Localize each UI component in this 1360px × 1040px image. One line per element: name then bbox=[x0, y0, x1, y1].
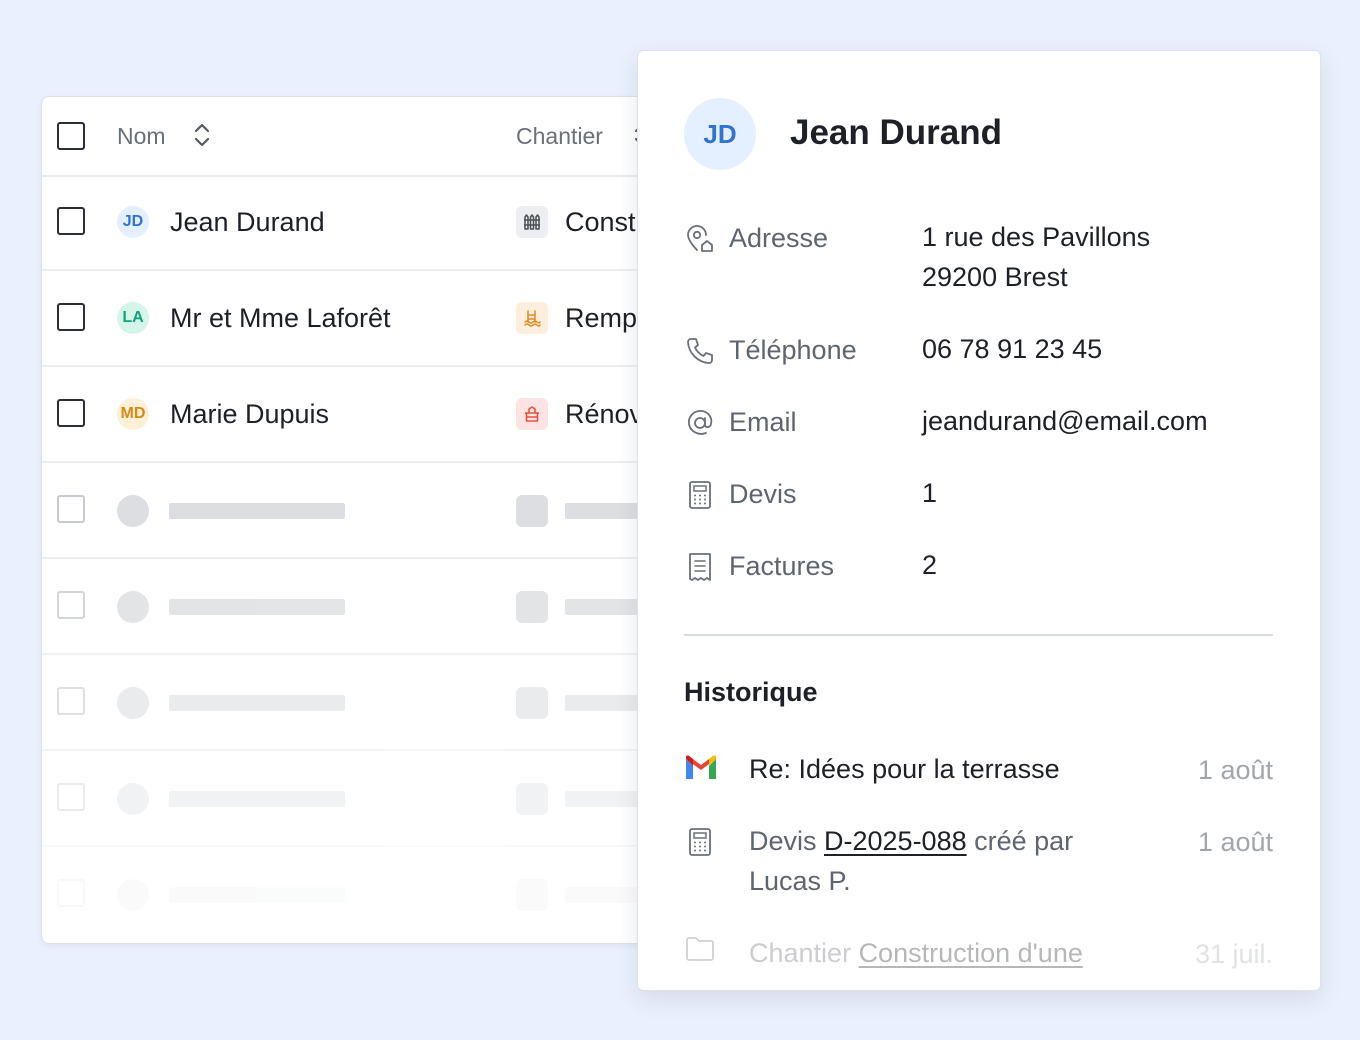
history-item-date: 1 août bbox=[1197, 827, 1273, 857]
skeleton-text bbox=[169, 791, 345, 807]
select-all-checkbox[interactable] bbox=[57, 122, 85, 150]
phone-value[interactable]: 06 78 91 23 45 bbox=[922, 329, 1102, 369]
address-value: 1 rue des Pavillons 29200 Brest bbox=[922, 217, 1150, 297]
skeleton-checkbox bbox=[57, 783, 85, 811]
contact-detail-panel: JD Jean Durand Adresse 1 rue des Pavillo… bbox=[637, 50, 1321, 991]
invoices-label: Factures bbox=[729, 551, 835, 581]
renovation-icon bbox=[516, 398, 548, 430]
at-sign-icon bbox=[684, 407, 716, 444]
history-item-date: 1 août bbox=[1197, 755, 1273, 785]
address-line-1: 1 rue des Pavillons bbox=[922, 222, 1151, 252]
avatar: JD bbox=[117, 206, 149, 238]
quotes-label: Devis bbox=[729, 479, 797, 509]
phone-icon bbox=[684, 335, 716, 372]
skeleton-icon bbox=[516, 879, 548, 911]
history-item-date: 31 juil. bbox=[1194, 939, 1273, 969]
invoices-value[interactable]: 2 bbox=[922, 545, 937, 585]
skeleton-avatar bbox=[117, 591, 149, 623]
contact-name[interactable]: Marie Dupuis bbox=[170, 399, 329, 430]
avatar: LA bbox=[117, 302, 149, 334]
skeleton-text bbox=[169, 887, 345, 903]
skeleton-row bbox=[42, 559, 682, 655]
history-item-text: Chantier Construction d'une bbox=[749, 933, 1149, 973]
skeleton-avatar bbox=[117, 879, 149, 911]
receipt-icon bbox=[684, 551, 716, 588]
table-row[interactable]: JD Jean Durand Const bbox=[42, 175, 682, 271]
calculator-icon bbox=[684, 826, 716, 863]
email-value[interactable]: jeandurand@email.com bbox=[922, 401, 1208, 441]
skeleton-icon bbox=[516, 687, 548, 719]
pool-ladder-icon bbox=[516, 302, 548, 334]
row-checkbox[interactable] bbox=[57, 303, 85, 331]
contact-name[interactable]: Jean Durand bbox=[170, 207, 325, 238]
quote-link[interactable]: D-2025-088 bbox=[824, 826, 967, 856]
history-item-text[interactable]: Re: Idées pour la terrasse bbox=[749, 749, 1149, 789]
column-project-header[interactable]: Chantier bbox=[516, 123, 603, 150]
skeleton-avatar bbox=[117, 687, 149, 719]
project-link[interactable]: Construction d'une bbox=[859, 938, 1083, 968]
skeleton-avatar bbox=[117, 495, 149, 527]
row-checkbox[interactable] bbox=[57, 207, 85, 235]
table-row[interactable]: LA Mr et Mme Laforêt Remp bbox=[42, 271, 682, 367]
table-row[interactable]: MD Marie Dupuis Rénov bbox=[42, 367, 682, 463]
skeleton-checkbox bbox=[57, 687, 85, 715]
fence-icon bbox=[516, 206, 548, 238]
divider bbox=[684, 634, 1273, 636]
gmail-icon bbox=[684, 755, 718, 786]
skeleton-text bbox=[169, 695, 345, 711]
calculator-icon bbox=[684, 479, 716, 516]
row-checkbox[interactable] bbox=[57, 399, 85, 427]
project-name[interactable]: Const bbox=[565, 207, 636, 238]
phone-label: Téléphone bbox=[729, 335, 857, 365]
skeleton-row bbox=[42, 847, 682, 943]
sort-icon[interactable] bbox=[192, 121, 212, 154]
history-item-prefix: Devis bbox=[749, 826, 825, 856]
skeleton-text bbox=[169, 503, 345, 519]
skeleton-checkbox bbox=[57, 879, 85, 907]
quotes-value[interactable]: 1 bbox=[922, 473, 937, 513]
skeleton-avatar bbox=[117, 783, 149, 815]
location-icon bbox=[684, 223, 716, 260]
skeleton-checkbox bbox=[57, 495, 85, 523]
table-header: Nom Chantier bbox=[42, 97, 682, 177]
contact-title: Jean Durand bbox=[790, 113, 1002, 152]
avatar: JD bbox=[684, 98, 756, 170]
skeleton-text bbox=[169, 599, 345, 615]
project-name[interactable]: Rénov bbox=[565, 399, 643, 430]
skeleton-row bbox=[42, 463, 682, 559]
skeleton-row bbox=[42, 751, 682, 847]
avatar: MD bbox=[117, 398, 149, 430]
history-item-text: Devis D-2025-088 créé par Lucas P. bbox=[749, 821, 1129, 901]
column-name-header[interactable]: Nom bbox=[117, 123, 166, 150]
folder-icon bbox=[684, 935, 716, 968]
skeleton-row bbox=[42, 655, 682, 751]
contact-name[interactable]: Mr et Mme Laforêt bbox=[170, 303, 391, 334]
contacts-table: Nom Chantier JD Jean Durand Const LA Mr … bbox=[41, 96, 683, 944]
history-title: Historique bbox=[684, 677, 818, 707]
skeleton-icon bbox=[516, 591, 548, 623]
address-label: Adresse bbox=[729, 223, 829, 253]
history-item-prefix: Chantier bbox=[749, 938, 859, 968]
skeleton-icon bbox=[516, 783, 548, 815]
email-label: Email bbox=[729, 407, 797, 437]
address-line-2: 29200 Brest bbox=[922, 262, 1068, 292]
project-name[interactable]: Remp bbox=[565, 303, 637, 334]
skeleton-checkbox bbox=[57, 591, 85, 619]
skeleton-icon bbox=[516, 495, 548, 527]
